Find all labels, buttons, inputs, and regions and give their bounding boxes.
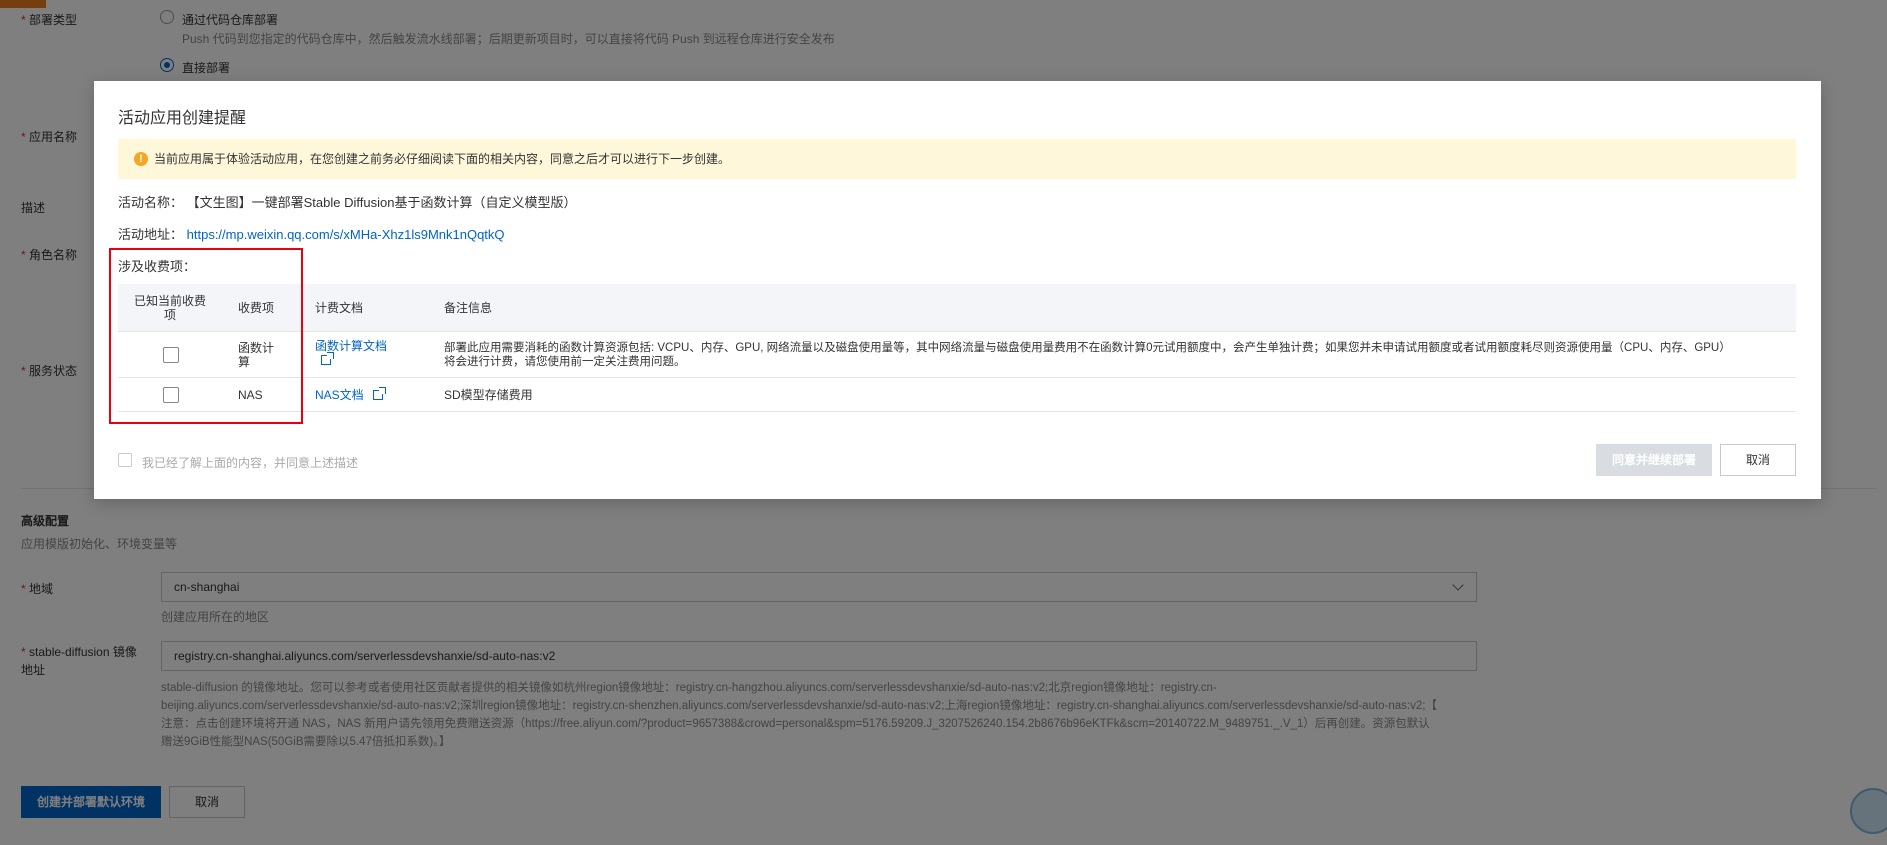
doc-link-text[interactable]: NAS文档 xyxy=(315,388,364,402)
row-note: 部署此应用需要消耗的函数计算资源包括: VCPU、内存、GPU, 网络流量以及磁… xyxy=(444,341,1784,369)
warning-icon: ! xyxy=(134,152,148,166)
activity-url-link[interactable]: https://mp.weixin.qq.com/s/xMHa-Xhz1ls9M… xyxy=(187,227,505,242)
row-note: SD模型存储费用 xyxy=(444,388,533,402)
note-line2: 将会进行计费，请您使用前一定关注费用问题。 xyxy=(444,356,686,368)
agree-deploy-button[interactable]: 同意并继续部署 xyxy=(1596,444,1712,476)
activity-name: 【文生图】一键部署Stable Diffusion基于函数计算（自定义模型版） xyxy=(186,195,577,210)
table-row: NAS NAS文档 SD模型存储费用 xyxy=(118,378,1796,412)
highlight-box xyxy=(109,248,303,424)
header-note: 备注信息 xyxy=(444,301,493,315)
warning-text: 当前应用属于体验活动应用，在您创建之前务必仔细阅读下面的相关内容，同意之后才可以… xyxy=(154,152,731,166)
agree-checkbox[interactable] xyxy=(118,453,132,467)
header-doc: 计费文档 xyxy=(315,301,364,315)
dialog-cancel-button[interactable]: 取消 xyxy=(1720,444,1796,476)
activity-reminder-dialog: 活动应用创建提醒 ! 当前应用属于体验活动应用，在您创建之前务必仔细阅读下面的相… xyxy=(94,81,1821,499)
table-header: 已知当前收费项 收费项 计费文档 备注信息 xyxy=(118,284,1796,332)
external-link-icon[interactable] xyxy=(373,387,387,400)
agree-text: 我已经了解上面的内容，并同意上述描述 xyxy=(142,456,359,470)
activity-url-label: 活动地址： xyxy=(118,227,184,242)
row-doc-link[interactable]: NAS文档 xyxy=(315,387,387,402)
doc-link-text[interactable]: 函数计算文档 xyxy=(315,339,387,353)
activity-url-row: 活动地址： https://mp.weixin.qq.com/s/xMHa-Xh… xyxy=(118,224,505,243)
note-line1: 部署此应用需要消耗的函数计算资源包括: VCPU、内存、GPU, 网络流量以及磁… xyxy=(444,342,1731,354)
activity-name-label: 活动名称： xyxy=(118,195,184,210)
activity-name-row: 活动名称： 【文生图】一键部署Stable Diffusion基于函数计算（自定… xyxy=(118,192,576,211)
dialog-title: 活动应用创建提醒 xyxy=(118,110,247,127)
external-link-icon[interactable] xyxy=(321,352,334,365)
row-doc-link[interactable]: 函数计算文档 xyxy=(315,339,405,367)
warning-banner: ! 当前应用属于体验活动应用，在您创建之前务必仔细阅读下面的相关内容，同意之后才… xyxy=(118,139,1796,179)
table-row: 函数计算 函数计算文档 部署此应用需要消耗的函数计算资源包括: VCPU、内存、… xyxy=(118,332,1796,378)
